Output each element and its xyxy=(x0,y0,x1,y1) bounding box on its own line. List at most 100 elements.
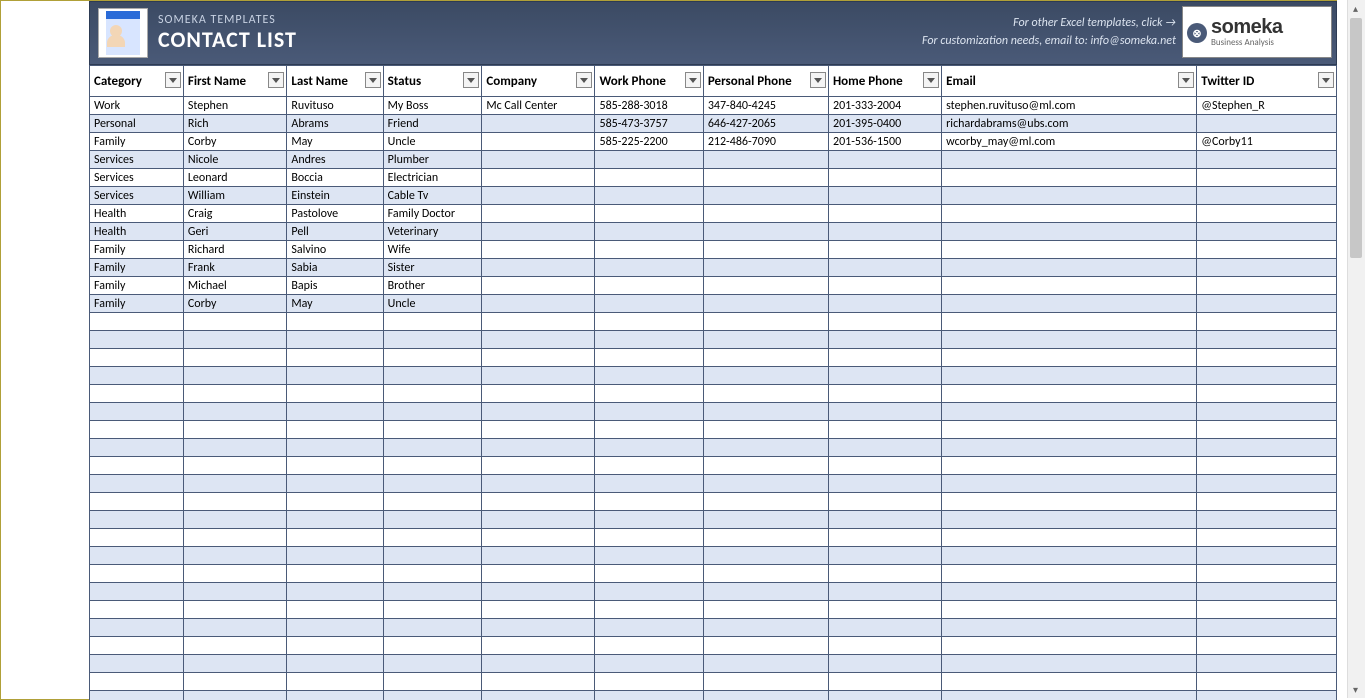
cell[interactable]: Personal xyxy=(90,115,184,133)
filter-dropdown-icon[interactable] xyxy=(685,72,701,88)
cell[interactable] xyxy=(595,421,703,439)
cell[interactable]: Pastolove xyxy=(287,205,383,223)
cell[interactable] xyxy=(1197,205,1337,223)
cell[interactable] xyxy=(828,691,941,700)
cell[interactable] xyxy=(383,637,482,655)
cell[interactable]: Frank xyxy=(183,259,287,277)
cell[interactable] xyxy=(90,529,184,547)
cell[interactable] xyxy=(942,691,1197,700)
cell[interactable] xyxy=(595,547,703,565)
cell[interactable] xyxy=(183,457,287,475)
cell[interactable]: Family xyxy=(90,133,184,151)
filter-dropdown-icon[interactable] xyxy=(463,72,479,88)
cell[interactable] xyxy=(1197,295,1337,313)
cell[interactable] xyxy=(90,637,184,655)
cell[interactable]: Salvino xyxy=(287,241,383,259)
cell[interactable] xyxy=(828,403,941,421)
cell[interactable] xyxy=(482,277,595,295)
cell[interactable] xyxy=(942,205,1197,223)
cell[interactable]: Sabia xyxy=(287,259,383,277)
cell[interactable] xyxy=(287,691,383,700)
cell[interactable] xyxy=(183,655,287,673)
cell[interactable] xyxy=(183,529,287,547)
cell[interactable] xyxy=(383,601,482,619)
cell[interactable] xyxy=(1197,115,1337,133)
cell[interactable] xyxy=(1197,565,1337,583)
cell[interactable] xyxy=(90,439,184,457)
cell[interactable] xyxy=(703,475,828,493)
cell[interactable]: Corby xyxy=(183,295,287,313)
cell[interactable] xyxy=(90,367,184,385)
cell[interactable]: Health xyxy=(90,205,184,223)
cell[interactable] xyxy=(942,295,1197,313)
cell[interactable] xyxy=(703,295,828,313)
cell[interactable] xyxy=(703,349,828,367)
cell[interactable] xyxy=(828,601,941,619)
cell[interactable] xyxy=(1197,529,1337,547)
cell[interactable] xyxy=(595,403,703,421)
cell[interactable] xyxy=(595,457,703,475)
cell[interactable] xyxy=(1197,403,1337,421)
cell[interactable]: 585-473-3757 xyxy=(595,115,703,133)
cell[interactable] xyxy=(183,493,287,511)
cell[interactable] xyxy=(183,637,287,655)
cell[interactable] xyxy=(183,349,287,367)
cell[interactable]: Michael xyxy=(183,277,287,295)
cell[interactable] xyxy=(828,493,941,511)
cell[interactable] xyxy=(942,241,1197,259)
cell[interactable] xyxy=(1197,439,1337,457)
cell[interactable] xyxy=(1197,223,1337,241)
column-header-first-name[interactable]: First Name xyxy=(183,66,287,97)
column-header-company[interactable]: Company xyxy=(482,66,595,97)
cell[interactable] xyxy=(703,187,828,205)
cell[interactable]: @Corby11 xyxy=(1197,133,1337,151)
cell[interactable] xyxy=(595,601,703,619)
cell[interactable] xyxy=(183,511,287,529)
cell[interactable] xyxy=(287,673,383,691)
cell[interactable] xyxy=(1197,151,1337,169)
cell[interactable] xyxy=(1197,655,1337,673)
cell[interactable] xyxy=(828,439,941,457)
cell[interactable]: Pell xyxy=(287,223,383,241)
cell[interactable] xyxy=(1197,673,1337,691)
cell[interactable]: Health xyxy=(90,223,184,241)
cell[interactable] xyxy=(595,493,703,511)
cell[interactable] xyxy=(703,421,828,439)
cell[interactable] xyxy=(1197,493,1337,511)
cell[interactable] xyxy=(703,583,828,601)
cell[interactable] xyxy=(1197,241,1337,259)
cell[interactable]: Work xyxy=(90,97,184,115)
cell[interactable] xyxy=(90,619,184,637)
cell[interactable]: Veterinary xyxy=(383,223,482,241)
cell[interactable]: @Stephen_R xyxy=(1197,97,1337,115)
cell[interactable] xyxy=(183,619,287,637)
cell[interactable]: William xyxy=(183,187,287,205)
cell[interactable] xyxy=(383,475,482,493)
cell[interactable] xyxy=(287,619,383,637)
cell[interactable] xyxy=(1197,331,1337,349)
cell[interactable] xyxy=(482,367,595,385)
cell[interactable] xyxy=(383,547,482,565)
cell[interactable] xyxy=(90,403,184,421)
column-header-personal-phone[interactable]: Personal Phone xyxy=(703,66,828,97)
cell[interactable]: Family xyxy=(90,277,184,295)
cell[interactable] xyxy=(703,313,828,331)
cell[interactable] xyxy=(703,151,828,169)
cell[interactable] xyxy=(703,367,828,385)
cell[interactable] xyxy=(942,151,1197,169)
cell[interactable] xyxy=(1197,187,1337,205)
cell[interactable] xyxy=(482,475,595,493)
cell[interactable]: Family xyxy=(90,241,184,259)
cell[interactable] xyxy=(703,277,828,295)
cell[interactable] xyxy=(90,547,184,565)
cell[interactable]: 646-427-2065 xyxy=(703,115,828,133)
cell[interactable] xyxy=(1197,583,1337,601)
cell[interactable] xyxy=(287,583,383,601)
cell[interactable] xyxy=(703,511,828,529)
filter-dropdown-icon[interactable] xyxy=(365,72,381,88)
cell[interactable] xyxy=(183,385,287,403)
cell[interactable] xyxy=(703,547,828,565)
cell[interactable] xyxy=(942,259,1197,277)
cell[interactable] xyxy=(183,673,287,691)
cell[interactable] xyxy=(828,241,941,259)
